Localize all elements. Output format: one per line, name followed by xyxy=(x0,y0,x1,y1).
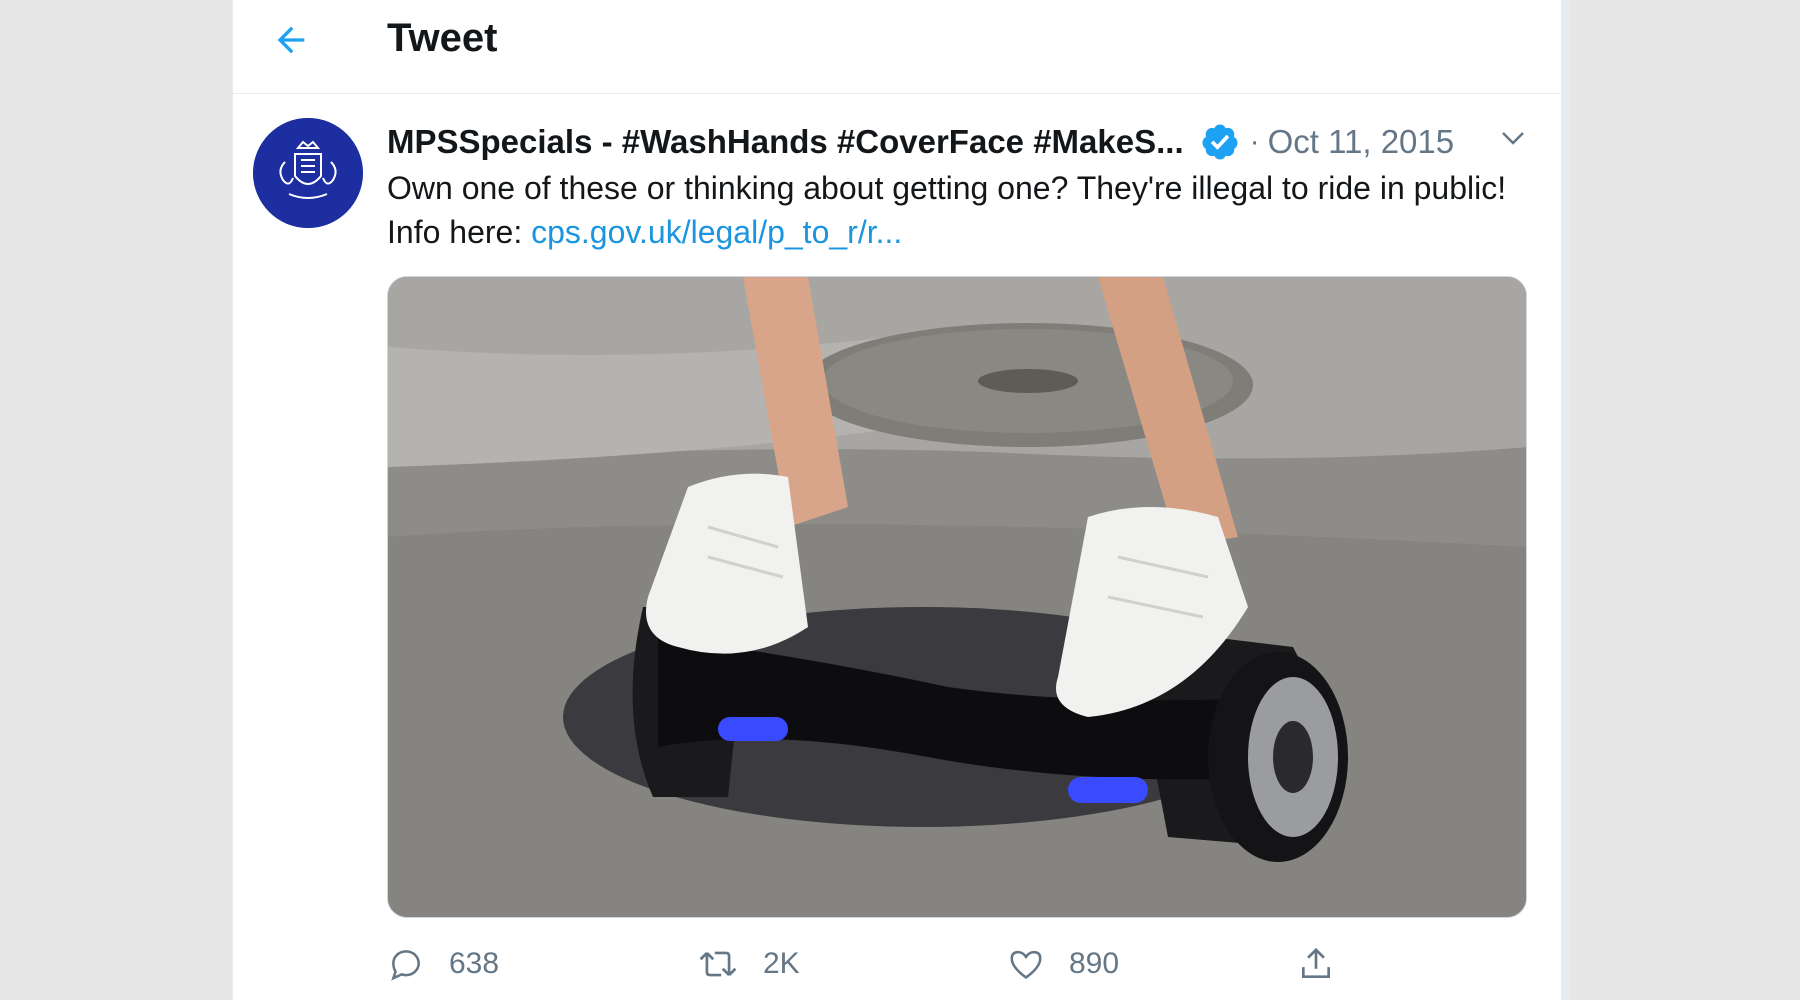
back-button[interactable] xyxy=(263,12,319,68)
retweet-icon xyxy=(699,951,737,977)
reply-count: 638 xyxy=(449,947,500,980)
separator-dot: · xyxy=(1249,125,1260,158)
more-options-button[interactable] xyxy=(1493,118,1533,158)
retweet-count: 2K xyxy=(763,947,800,980)
author-name[interactable]: MPSSpecials - #WashHands #CoverFace #Mak… xyxy=(387,123,1184,161)
page-background-left xyxy=(0,0,232,1000)
tweet-link[interactable]: cps.gov.uk/legal/p_to_r/r... xyxy=(531,214,902,250)
reply-button[interactable]: 638 xyxy=(387,936,499,992)
reply-icon xyxy=(391,950,420,981)
share-button[interactable] xyxy=(1297,936,1335,992)
like-button[interactable]: 890 xyxy=(1007,936,1119,992)
retweet-button[interactable]: 2K xyxy=(697,936,800,992)
tweet-author-row: MPSSpecials - #WashHands #CoverFace #Mak… xyxy=(387,120,1454,164)
tweet-column: Tweet MPSSpecials - #WashHands #CoverFac… xyxy=(232,0,1562,1000)
arrow-left-icon xyxy=(277,26,305,54)
page-title: Tweet xyxy=(387,16,498,60)
verified-badge-icon xyxy=(1200,122,1240,162)
chevron-down-icon xyxy=(1502,132,1524,145)
share-icon xyxy=(1301,947,1331,979)
page-background-right xyxy=(1569,0,1800,1000)
heart-icon xyxy=(1010,950,1042,980)
police-crest-icon xyxy=(253,118,363,228)
tweet-actions-bar: 638 2K 890 xyxy=(387,936,1387,992)
like-count: 890 xyxy=(1069,947,1120,980)
tweet-text: Own one of these or thinking about getti… xyxy=(387,166,1527,254)
avatar[interactable] xyxy=(253,118,363,228)
tweet-date[interactable]: Oct 11, 2015 xyxy=(1268,123,1455,161)
hoverboard-photo xyxy=(388,277,1526,917)
tweet-media-photo[interactable] xyxy=(387,276,1527,918)
tweet-header: Tweet xyxy=(233,0,1561,94)
